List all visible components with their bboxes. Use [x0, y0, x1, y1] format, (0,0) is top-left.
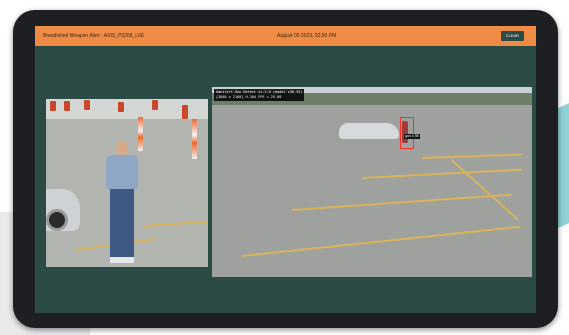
- camera-overlay-info: Omnilert Gun Detect v1.2.6 (model v36.33…: [214, 89, 305, 101]
- tablet-device: Brandished Weapon Alert - AXIS_P3268_LVE…: [13, 10, 558, 328]
- person-head: [116, 141, 128, 155]
- barrel: [64, 101, 70, 111]
- alert-screen: Brandished Weapon Alert - AXIS_P3268_LVE…: [35, 26, 536, 313]
- parked-car: [339, 123, 399, 139]
- person-shoes: [110, 257, 134, 263]
- person-shirt: [106, 155, 138, 189]
- camera-feed-closeup[interactable]: [46, 99, 208, 267]
- alert-header: Brandished Weapon Alert - AXIS_P3268_LVE…: [35, 26, 536, 46]
- parked-car: [46, 189, 80, 231]
- clear-button[interactable]: CLEAR: [500, 31, 524, 41]
- camera-feed-wide[interactable]: gun 0.98 Omnilert Gun Detect v1.2.6 (mod…: [212, 87, 532, 277]
- barrel: [118, 102, 124, 112]
- alert-datetime: August 09 2023, 02:00 PM: [277, 33, 337, 39]
- barrel: [152, 100, 158, 110]
- overlay-line-stream: [3840 x 2160] H.264 FPS = 25.00: [216, 95, 282, 99]
- detection-label: gun 0.98: [404, 134, 420, 139]
- person-jeans: [110, 189, 134, 259]
- barrel: [84, 100, 90, 110]
- traffic-cone: [138, 117, 143, 151]
- barrel: [182, 105, 188, 119]
- detection-box: [400, 117, 414, 149]
- traffic-cone: [192, 119, 197, 159]
- barrel: [50, 101, 56, 111]
- car-wheel: [46, 209, 68, 231]
- alert-title: Brandished Weapon Alert - AXIS_P3268_LVE: [43, 33, 145, 39]
